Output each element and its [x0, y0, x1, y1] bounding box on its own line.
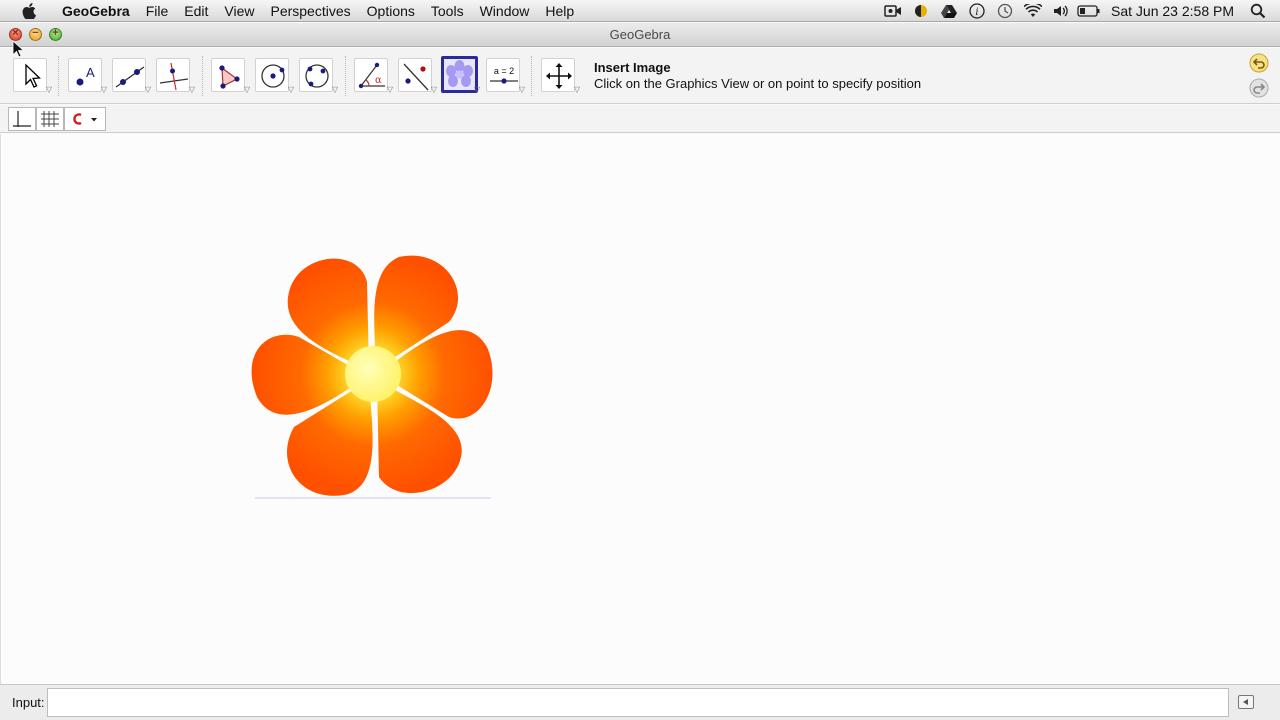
tool-menu-arrow[interactable]: ▽: [101, 85, 107, 94]
svg-text:i: i: [975, 7, 978, 18]
polygon-tool-button[interactable]: ▽: [211, 58, 250, 94]
tool-menu-arrow[interactable]: ▽: [145, 85, 151, 94]
tool-menu-arrow[interactable]: ▽: [288, 85, 294, 94]
tool-menu-arrow[interactable]: ▽: [46, 85, 52, 94]
tool-menu-arrow[interactable]: ▽: [519, 85, 525, 94]
time-machine-icon[interactable]: [991, 0, 1019, 22]
line-tool-button[interactable]: ▽: [112, 58, 151, 94]
style-bar: [0, 105, 1280, 133]
show-axes-button[interactable]: [8, 107, 36, 131]
svg-text:a = 2: a = 2: [494, 66, 514, 76]
info-icon[interactable]: i: [963, 0, 991, 22]
window-titlebar: × − + GeoGebra: [0, 23, 1280, 47]
tool-menu-arrow[interactable]: ▽: [332, 85, 338, 94]
insert-image-tool-button[interactable]: ▽: [441, 56, 480, 94]
polygon-icon: [219, 65, 240, 89]
svg-text:α: α: [375, 75, 382, 86]
move-graphics-view-tool-button[interactable]: ▽: [541, 58, 580, 94]
circle-center-point-icon: [261, 64, 285, 88]
slider-tool-button[interactable]: a = 2 ▽: [486, 58, 525, 94]
circle-center-point-tool-button[interactable]: ▽: [255, 58, 294, 94]
menu-app-name[interactable]: GeoGebra: [54, 0, 138, 22]
toolbar-separator: [345, 56, 346, 96]
tool-bar: ▽ A ▽ ▽ ▽ ▽ ▽ ▽ α ▽ ▽ ▽ a = 2 ▽ ▽ Insert…: [0, 48, 1280, 104]
svg-text:A: A: [86, 65, 95, 80]
tool-help-title: Insert Image: [594, 60, 671, 75]
tool-menu-arrow[interactable]: ▽: [474, 85, 480, 94]
slider-icon: a = 2: [490, 66, 518, 84]
tool-menu-arrow[interactable]: ▽: [189, 85, 195, 94]
coin-icon[interactable]: [907, 0, 935, 22]
angle-tool-button[interactable]: α ▽: [354, 58, 393, 94]
point-capturing-dropdown[interactable]: [64, 107, 106, 131]
menu-file[interactable]: File: [138, 0, 177, 22]
menu-edit[interactable]: Edit: [176, 0, 216, 22]
input-bar: Input:: [0, 684, 1280, 720]
apple-icon[interactable]: [18, 0, 40, 22]
move-graphics-view-icon: [546, 63, 572, 89]
point-tool-button[interactable]: A ▽: [68, 58, 107, 94]
circle-three-points-icon: [305, 64, 329, 88]
menu-window[interactable]: Window: [472, 0, 538, 22]
mouse-cursor-icon: [12, 40, 24, 58]
screen-recorder-icon[interactable]: [879, 0, 907, 22]
circle-three-points-tool-button[interactable]: ▽: [299, 58, 338, 94]
reflect-tool-button[interactable]: ▽: [398, 58, 437, 94]
line-through-two-points-icon: [115, 66, 145, 88]
angle-icon: α: [358, 62, 385, 89]
undo-icon[interactable]: [1249, 53, 1269, 73]
arrow-pointer-icon: [25, 63, 41, 88]
google-drive-icon[interactable]: [935, 0, 963, 22]
input-label: Input:: [12, 695, 45, 710]
toolbar-separator: [531, 56, 532, 96]
volume-icon[interactable]: [1047, 0, 1075, 22]
input-field[interactable]: [47, 688, 1229, 717]
window-title: GeoGebra: [609, 27, 671, 42]
show-axes-icon: [13, 111, 31, 127]
menu-view[interactable]: View: [216, 0, 262, 22]
menu-perspectives[interactable]: Perspectives: [262, 0, 358, 22]
insert-image-icon: [446, 60, 473, 87]
perpendicular-line-icon: [159, 62, 189, 91]
reflect-about-line-icon: [403, 63, 429, 91]
tool-help-description: Click on the Graphics View or on point t…: [594, 76, 922, 91]
toolbar-separator: [58, 56, 59, 96]
tool-menu-arrow[interactable]: ▽: [574, 85, 580, 94]
tool-menu-arrow[interactable]: ▽: [387, 85, 393, 94]
mac-menubar: GeoGebra File Edit View Perspectives Opt…: [0, 0, 1280, 22]
menu-options[interactable]: Options: [359, 0, 423, 22]
wifi-icon[interactable]: [1019, 0, 1047, 22]
new-point-icon: A: [76, 65, 95, 86]
show-grid-icon: [41, 111, 59, 127]
redo-icon[interactable]: [1249, 78, 1269, 98]
menu-help[interactable]: Help: [537, 0, 582, 22]
menu-tools[interactable]: Tools: [423, 0, 472, 22]
flower-image[interactable]: [249, 252, 497, 502]
menubar-clock[interactable]: Sat Jun 23 2:58 PM: [1103, 3, 1244, 19]
point-capturing-icon: [73, 113, 97, 125]
tool-menu-arrow[interactable]: ▽: [244, 85, 250, 94]
graphics-view[interactable]: [0, 134, 1280, 684]
show-grid-button[interactable]: [36, 107, 64, 131]
move-tool-button[interactable]: ▽: [13, 58, 52, 94]
spotlight-search-icon[interactable]: [1244, 0, 1272, 22]
battery-icon[interactable]: [1075, 0, 1103, 22]
toolbar-separator: [202, 56, 203, 96]
perpendicular-line-tool-button[interactable]: ▽: [156, 58, 195, 94]
tool-menu-arrow[interactable]: ▽: [431, 85, 437, 94]
input-help-icon[interactable]: [1238, 695, 1254, 709]
